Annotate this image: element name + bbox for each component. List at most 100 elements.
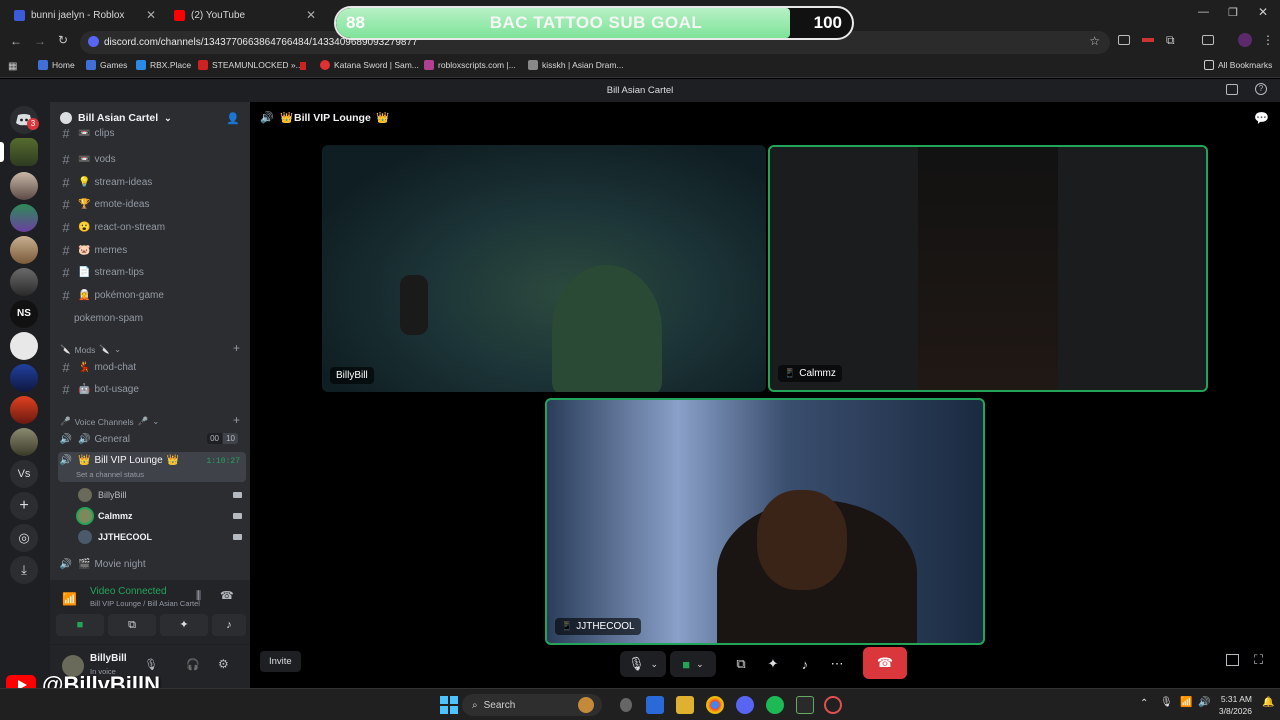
microphone-icon[interactable]: 🎙 (144, 658, 158, 671)
bookmark-katana[interactable]: Katana Sword | Sam... (320, 60, 419, 70)
chat-bubble-icon[interactable]: 💬 (1254, 111, 1269, 125)
channel-clips[interactable]: # 📼 clips (58, 126, 246, 141)
voice-status[interactable]: Video Connected (90, 586, 167, 597)
channel-vods[interactable]: # 📼 vods (58, 149, 246, 169)
volume-icon[interactable]: 🔊 (1198, 697, 1210, 708)
channel-bot-usage[interactable]: # 🤖 bot-usage (58, 379, 246, 399)
browser-tab-youtube[interactable]: (2) YouTube ✕ (166, 4, 322, 26)
menu-icon[interactable]: ⋮ (1262, 33, 1274, 47)
add-server-icon[interactable]: + (10, 492, 38, 520)
category-mods[interactable]: 🔪 Mods 🔪 ⌄ (60, 344, 121, 355)
system-clock[interactable]: 5:31 AM 3/8/2026 (1219, 693, 1252, 717)
server-icon[interactable] (10, 396, 38, 424)
channel-pokemon-spam[interactable]: pokemon-spam (58, 308, 246, 328)
extension-icon[interactable] (1118, 35, 1130, 45)
activities-button[interactable]: ✦ (762, 651, 784, 677)
close-window-icon[interactable]: ✕ (1258, 5, 1268, 19)
close-tab-icon[interactable]: ✕ (306, 8, 316, 22)
video-tile-jjthecool[interactable]: 📱 JJTHECOOL (545, 398, 985, 645)
side-panel-icon[interactable] (1202, 35, 1214, 45)
server-icon[interactable] (10, 172, 38, 200)
restore-icon[interactable]: ❐ (1228, 6, 1238, 19)
windows-start-icon[interactable] (440, 696, 458, 714)
bookmark-robloxscripts[interactable]: robloxscripts.com |... (424, 60, 516, 70)
download-icon[interactable]: ⤓ (10, 556, 38, 584)
taskbar-search[interactable]: ⌕ Search (462, 694, 602, 716)
disconnect-icon[interactable]: ☎ (220, 589, 234, 602)
channel-emote-ideas[interactable]: # 🏆 emote-ideas (58, 194, 246, 214)
soundboard-button[interactable]: ♪ (794, 651, 816, 677)
voice-location[interactable]: Bill VIP Lounge / Bill Asian Cartel (90, 599, 200, 608)
server-icon[interactable] (10, 268, 38, 296)
channel-pokemon-game[interactable]: # 🧝 pokémon-game (58, 285, 246, 305)
close-tab-icon[interactable]: ✕ (146, 8, 156, 22)
leave-call-button[interactable]: ☎ (863, 647, 907, 679)
server-icon[interactable] (10, 332, 38, 360)
video-tile-billybill[interactable]: BillyBill (322, 145, 766, 392)
apps-grid-icon[interactable]: ▦ (8, 61, 17, 72)
chrome-icon[interactable] (706, 696, 724, 714)
server-icon-bill-asian-cartel[interactable] (10, 138, 38, 166)
browser-tab-roblox[interactable]: bunni jaelyn - Roblox ✕ (6, 4, 162, 26)
share-screen-button[interactable]: ⧉ (730, 651, 752, 677)
file-explorer-icon[interactable] (676, 696, 694, 714)
forward-icon[interactable]: → (34, 34, 46, 48)
voice-member-calmmz[interactable]: Calmmz (78, 506, 248, 526)
back-icon[interactable]: ← (10, 34, 22, 48)
server-icon-vs[interactable]: Vs (10, 460, 38, 488)
mute-button[interactable]: 🎙 ⌄ (620, 651, 666, 677)
voice-channel-bill-vip-lounge[interactable]: 🔊 👑 Bill VIP Lounge 👑 1:10:27 Set a chan… (58, 452, 246, 482)
server-icon-ns[interactable]: NS (10, 300, 38, 328)
server-icon[interactable] (10, 236, 38, 264)
app-icon[interactable] (646, 696, 664, 714)
inbox-icon[interactable] (1226, 84, 1238, 95)
help-icon[interactable]: ? (1255, 83, 1267, 95)
server-icon[interactable] (10, 364, 38, 392)
app-icon[interactable] (620, 698, 632, 712)
add-channel-icon[interactable]: + (233, 341, 240, 355)
puzzle-icon[interactable]: ⧉ (1166, 33, 1175, 48)
channel-memes[interactable]: # 🐷 memes (58, 240, 246, 260)
noise-suppression-icon[interactable]: ⫼ (196, 590, 201, 603)
bookmark-kisskh[interactable]: kisskh | Asian Dram... (528, 60, 624, 70)
popout-icon[interactable] (1226, 654, 1239, 666)
headphones-icon[interactable]: 🎧 (186, 658, 200, 671)
add-member-icon[interactable]: 👤 (226, 112, 240, 125)
video-tile-calmmz[interactable]: 📱 Calmmz (768, 145, 1208, 392)
reload-icon[interactable]: ↻ (58, 33, 68, 47)
site-info-icon[interactable] (88, 36, 99, 47)
voice-channel-general[interactable]: 🔊 🔊 General 00 10 (58, 429, 246, 449)
bookmark-steamunlocked[interactable]: STEAMUNLOCKED »... (198, 60, 303, 70)
channel-stream-ideas[interactable]: # 💡 stream-ideas (58, 172, 246, 192)
add-channel-icon[interactable]: + (233, 413, 240, 427)
channel-status-prompt[interactable]: Set a channel status (76, 470, 144, 479)
server-icon[interactable] (10, 428, 38, 456)
bookmark-rbxplace[interactable]: RBX.Place (136, 60, 191, 70)
spotify-icon[interactable] (766, 696, 784, 714)
invite-button[interactable]: Invite (260, 651, 301, 672)
discover-icon[interactable]: ◎ (10, 524, 38, 552)
camera-button[interactable]: ■ ⌄ (670, 651, 716, 677)
soundboard-button[interactable]: ♪ (212, 614, 246, 636)
channel-mod-chat[interactable]: # 💃 mod-chat (58, 357, 246, 377)
fullscreen-icon[interactable]: ⛶ (1254, 652, 1263, 668)
voice-member-billybill[interactable]: BillyBill (78, 485, 248, 505)
settings-gear-icon[interactable]: ⚙ (218, 657, 229, 671)
extension-icon[interactable] (1142, 38, 1154, 42)
bookmark-games[interactable]: Games (86, 60, 127, 70)
app-icon[interactable] (796, 696, 814, 714)
voice-channel-movie-night[interactable]: 🔊 🎬 Movie night (58, 554, 246, 574)
discord-taskbar-icon[interactable] (736, 696, 754, 714)
voice-member-jjthecool[interactable]: JJTHECOOL (78, 527, 248, 547)
wifi-icon[interactable]: 📶 (1180, 697, 1192, 708)
activities-button[interactable]: ✦ (160, 614, 208, 636)
server-icon[interactable] (10, 204, 38, 232)
category-voice-channels[interactable]: 🎤 Voice Channels 🎤 ⌄ (60, 416, 159, 427)
notifications-icon[interactable]: 🔔 (1262, 697, 1274, 708)
profile-avatar[interactable] (1238, 33, 1252, 47)
more-options-button[interactable]: ⋯ (826, 651, 848, 677)
opera-icon[interactable] (824, 696, 842, 714)
minimize-icon[interactable]: — (1198, 6, 1209, 18)
camera-toggle-button[interactable]: ■ (56, 614, 104, 636)
tray-expand-icon[interactable]: ⌃ (1140, 698, 1148, 709)
